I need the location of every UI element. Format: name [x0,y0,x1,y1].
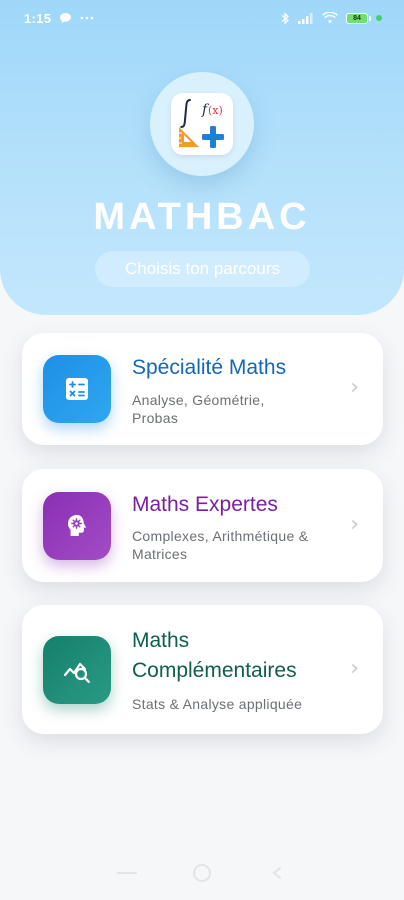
more-dots-icon [80,16,94,20]
track-description: Complexes, Arithmétique & Matrices [132,528,309,563]
track-title: Spécialité Maths [132,356,287,379]
system-nav-bar [0,845,404,900]
subtitle-pill: Choisis ton parcours [95,251,310,287]
svg-text:(x): (x) [208,104,223,117]
chevron-right-icon: › [350,375,359,400]
battery-icon: 84 [346,12,371,24]
wifi-icon [322,12,338,24]
track-description: Stats & Analyse appliquée [132,696,303,712]
math-symbols-logo-icon: f (x) [171,93,233,155]
app-logo: f (x) [150,72,254,176]
signal-icon [298,12,314,24]
status-bar: 1:15 84 [0,0,404,36]
status-time: 1:15 [24,10,52,26]
chat-bubble-icon [59,12,72,24]
status-bar-right: 84 [281,11,382,25]
status-bar-left: 1:15 [24,11,94,26]
battery-level: 84 [353,14,361,22]
track-title: Maths Expertes [132,493,278,516]
subtitle-text: Choisis ton parcours [125,259,280,278]
bluetooth-icon [281,11,290,25]
track-description: Analyse, Géométrie, Probas [132,392,265,427]
back-icon[interactable] [266,862,288,884]
calculator-icon [43,355,111,423]
track-card-expertes[interactable]: Maths Expertes Complexes, Arithmétique &… [22,469,383,582]
header-banner: 1:15 84 f (x) MATHBAC Choisis ton parcou… [0,0,404,315]
head-gear-icon [43,492,111,560]
notification-dot-icon [376,15,382,21]
chevron-right-icon: › [350,512,359,537]
chevron-right-icon: › [350,656,359,681]
menu-icon[interactable] [116,862,138,884]
track-card-complementaires[interactable]: Maths Complémentaires Stats & Analyse ap… [22,605,383,734]
track-title: Maths Complémentaires [132,629,297,683]
track-card-specialite[interactable]: Spécialité Maths Analyse, Géométrie, Pro… [22,333,383,445]
app-title: MATHBAC [93,196,311,238]
home-icon[interactable] [191,862,213,884]
chart-search-icon [43,636,111,704]
